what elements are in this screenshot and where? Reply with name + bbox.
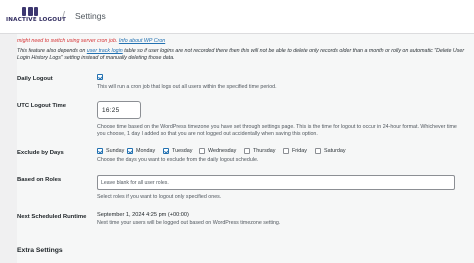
wednesday-checkbox[interactable] [199,148,205,154]
friday-label: Friday [292,148,307,154]
next-runtime-value: September 1, 2024 4:25 pm (+00:00) [97,212,189,218]
logo-mark-icon [19,7,41,16]
thursday-label: Thursday [253,148,276,154]
tuesday-label: Tuesday [172,148,193,154]
cron-warning: might need to switch using server cron j… [17,38,165,45]
cron-warning-text: might need to switch using server cron j… [17,38,118,44]
saturday-checkbox[interactable] [315,148,321,154]
thursday-checkbox[interactable] [244,148,250,154]
settings-content: might need to switch using server cron j… [17,34,474,263]
roles-select[interactable]: Leave blank for all user roles. [97,175,455,190]
dependency-note: This feature also depends on user track … [17,48,472,62]
utc-logout-time-label: UTC Logout Time [17,103,66,109]
utc-logout-time-input[interactable]: 16:25 [97,101,141,119]
utc-logout-time-description: Choose time based on the WordPress timez… [97,124,472,138]
dependency-note-prefix: This feature also depends on [17,48,87,54]
roles-description: Select roles if you want to logout only … [97,194,222,200]
dependency-note-text: table so if user logins are not recorded… [122,48,465,54]
tuesday-checkbox[interactable] [163,148,169,154]
extra-settings-heading: Extra Settings [17,247,63,254]
top-bar: INACTIVE LOGOUT / Settings [0,0,474,34]
sunday-label: Sunday [106,148,125,154]
wp-cron-info-link[interactable]: Info about WP Cron [119,38,165,44]
utc-logout-time-value: 16:25 [102,107,120,114]
roles-placeholder: Leave blank for all user roles. [101,180,169,186]
page-title: Settings [75,11,106,21]
utc-description-line2: you choose, 1 day I added so that you ar… [97,131,318,138]
monday-label: Monday [136,148,156,154]
saturday-label: Saturday [324,148,346,154]
next-runtime-description: Next time your users will be logged out … [97,220,281,226]
roles-label: Based on Roles [17,177,62,183]
sunday-checkbox[interactable] [97,148,103,154]
daily-logout-description: This will run a cron job that logs out a… [97,84,277,90]
exclude-days-description: Choose the days you want to exclude from… [97,157,259,163]
exclude-days-label: Exclude by Days [17,150,64,156]
dependency-note-line2: Login History Logs" setting instead of m… [17,55,175,61]
daily-logout-label: Daily Logout [17,76,53,82]
friday-checkbox[interactable] [283,148,289,154]
plugin-logo: INACTIVE LOGOUT [6,7,67,27]
monday-checkbox[interactable] [127,148,133,154]
next-runtime-label: Next Scheduled Runtime [17,214,87,220]
breadcrumb-separator: / [62,10,66,22]
daily-logout-checkbox[interactable] [97,74,103,80]
logo-text: INACTIVE LOGOUT [6,17,67,23]
wednesday-label: Wednesday [208,148,237,154]
utc-description-line1: Choose time based on the WordPress timez… [97,124,457,130]
user-track-login-link[interactable]: user track login [87,48,123,54]
